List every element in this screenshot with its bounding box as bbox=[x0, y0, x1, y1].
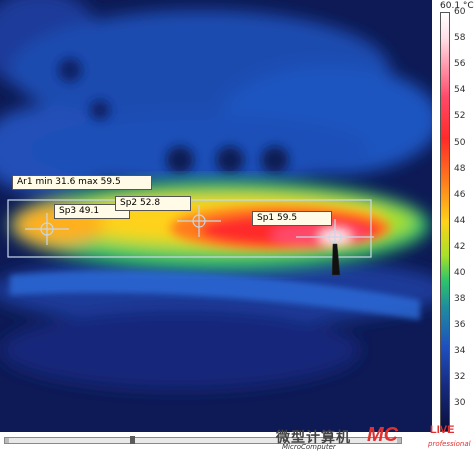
scale-tick: 34 bbox=[454, 345, 466, 356]
scale-tick: 38 bbox=[454, 293, 466, 304]
scale-tick: 50 bbox=[454, 137, 466, 148]
scale-tick: 60 bbox=[454, 7, 466, 18]
scale-tick: 42 bbox=[454, 241, 466, 252]
scale-tick: 52 bbox=[454, 111, 466, 122]
watermark-pro: professional bbox=[428, 440, 471, 448]
temperature-scale: 60.1 °C 60 58 56 54 52 50 48 46 44 42 40 38 36 34 32 30 bbox=[432, 0, 475, 450]
scroll-thumb[interactable] bbox=[130, 436, 135, 444]
scale-tick: 32 bbox=[454, 371, 466, 382]
area-label-ar1: Ar1 min 31.6 max 59.5 bbox=[12, 175, 152, 190]
color-scale-bar bbox=[440, 12, 450, 432]
scale-tick: 58 bbox=[454, 33, 466, 44]
scale-tick: 36 bbox=[454, 319, 466, 330]
watermark-logo: MC bbox=[367, 424, 399, 446]
scale-tick: 56 bbox=[454, 59, 466, 70]
spot-label-sp1: Sp1 59.5 bbox=[252, 211, 332, 226]
scale-tick: 44 bbox=[454, 215, 466, 226]
scroll-left-button[interactable] bbox=[5, 438, 9, 443]
scale-tick: 48 bbox=[454, 163, 466, 174]
scale-tick: 54 bbox=[454, 85, 466, 96]
scale-tick: 30 bbox=[454, 397, 466, 408]
watermark-live: LIVE bbox=[430, 424, 455, 436]
scale-tick: 40 bbox=[454, 267, 466, 278]
scale-tick: 46 bbox=[454, 189, 466, 200]
spot-label-sp2: Sp2 52.8 bbox=[115, 196, 191, 211]
